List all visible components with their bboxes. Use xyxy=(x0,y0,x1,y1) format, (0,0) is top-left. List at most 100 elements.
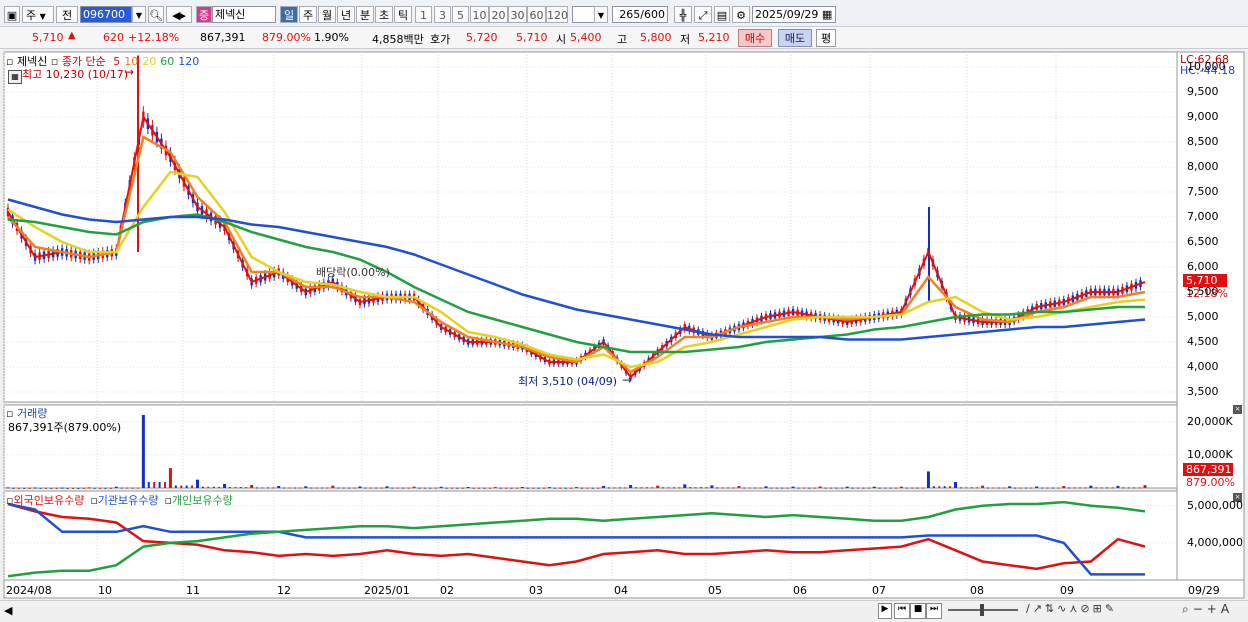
stock-chart[interactable]: →→ xyxy=(0,50,1248,601)
volume-current-tag: 867,391 xyxy=(1183,463,1233,476)
zoom-slider-handle[interactable] xyxy=(980,604,984,616)
date-input[interactable]: 2025/09/29 ▦ xyxy=(752,6,836,23)
volume-bar xyxy=(575,487,578,489)
code-input[interactable]: 096700 xyxy=(80,6,132,23)
interval-tab-30[interactable]: 30 xyxy=(508,6,527,23)
stop-icon[interactable]: ■ xyxy=(910,603,926,619)
volume-bar xyxy=(369,487,372,489)
period-tab-6[interactable]: 틱 xyxy=(394,6,412,23)
tools-icon[interactable]: ⤢ xyxy=(694,6,712,23)
volume-bar xyxy=(66,487,69,489)
volume-bar xyxy=(1079,487,1082,489)
chart-menu-icon[interactable]: ▣ xyxy=(4,6,20,23)
first-icon[interactable]: ⏮ xyxy=(894,603,910,619)
legend-square-icon: ▫ xyxy=(6,55,14,68)
interval-tab-5[interactable]: 5 xyxy=(452,6,469,23)
volume-bar xyxy=(1127,487,1130,489)
candle-type-icon[interactable]: ╬ xyxy=(674,6,692,23)
volume-bar xyxy=(33,487,37,489)
sell-button[interactable]: 매도 xyxy=(778,29,812,47)
volume-bar xyxy=(1095,487,1098,489)
drawing-tools-icon[interactable]: ∕↗⇅∿⋏⊘⊞✎ xyxy=(1026,602,1117,615)
bottom-bar: ◀ ▶ ⏮ ■ ⏭ ∕↗⇅∿⋏⊘⊞✎ ⌕−+A xyxy=(0,600,1248,622)
volume-bar xyxy=(126,487,129,489)
current-price: 5,710 xyxy=(32,31,64,44)
low-price: 5,210 xyxy=(698,31,730,44)
volume-bar xyxy=(466,487,470,489)
interval-tab-10[interactable]: 10 xyxy=(470,6,489,23)
volume-bar xyxy=(353,487,356,489)
period-tab-5[interactable]: 초 xyxy=(375,6,393,23)
volume-bar xyxy=(1035,486,1039,488)
market-select[interactable]: 주 ▼ xyxy=(22,6,54,23)
interval-dropdown-icon[interactable]: ▼ xyxy=(594,6,608,23)
code-dropdown-icon[interactable]: ▼ xyxy=(132,6,146,23)
scroll-right-icon[interactable]: ▶ xyxy=(878,603,892,619)
count-field[interactable]: 265/600 xyxy=(612,6,668,23)
x-tick: 03 xyxy=(529,584,543,597)
bid-label: 호가 xyxy=(430,33,451,46)
last-icon[interactable]: ⏭ xyxy=(926,603,942,619)
volume-bar xyxy=(727,487,730,489)
prev-button[interactable]: 전 xyxy=(56,6,78,23)
open-price: 5,400 xyxy=(570,31,602,44)
volume-bar xyxy=(1084,487,1087,489)
gear-icon[interactable]: ⚙ xyxy=(732,6,750,23)
price-ytick: 9,000 xyxy=(1187,110,1219,123)
interval-tab-1[interactable]: 1 xyxy=(415,6,432,23)
volume-bar xyxy=(829,487,832,489)
volume-bar xyxy=(407,487,410,489)
volume-bar xyxy=(1133,487,1136,489)
interval-tab-60[interactable]: 60 xyxy=(527,6,546,23)
volume-bar xyxy=(672,487,675,489)
volume-bar xyxy=(461,487,464,489)
volume-bar xyxy=(851,487,854,489)
volume-bar xyxy=(1057,487,1060,489)
volume-bar xyxy=(423,487,426,489)
toolbar: ▣ 주 ▼ 전 096700 ▼ 🔍︎ ◀▸ 증 제넥신 일주월년분초틱 135… xyxy=(0,0,1248,27)
calendar-icon[interactable]: ▦ xyxy=(822,8,832,21)
period-tab-2[interactable]: 월 xyxy=(318,6,336,23)
volume-bar xyxy=(624,487,627,489)
volume-bar xyxy=(926,471,930,488)
interval-tab-120[interactable]: 120 xyxy=(546,6,568,23)
volume-bar xyxy=(299,487,302,489)
holding-legend-1: 기관보유수량 xyxy=(97,494,159,507)
volume-close-icon[interactable]: × xyxy=(1233,405,1242,414)
search-icon[interactable]: 🔍︎ xyxy=(148,6,164,23)
volume-bar xyxy=(981,485,985,488)
volume-bar xyxy=(218,486,221,488)
scroll-left-icon[interactable]: ◀ xyxy=(4,604,12,617)
buy-button[interactable]: 매수 xyxy=(738,29,772,47)
calculator-icon[interactable]: ▦ xyxy=(8,70,22,84)
period-tab-4[interactable]: 분 xyxy=(356,6,374,23)
volume-value: 867,391 xyxy=(200,31,246,44)
volume-bar xyxy=(656,485,660,488)
volume-bar xyxy=(797,487,800,489)
price-ytick: 9,500 xyxy=(1187,85,1219,98)
stock-name-field[interactable]: 제넥신 xyxy=(212,6,276,23)
volume-bar xyxy=(683,484,687,488)
period-tab-1[interactable]: 주 xyxy=(299,6,317,23)
period-tab-0[interactable]: 일 xyxy=(280,6,298,23)
volume-bar xyxy=(818,486,822,488)
volume-bar xyxy=(315,487,318,489)
holding-legend-icon-1: ▫ xyxy=(90,494,98,507)
zoom-icons[interactable]: ⌕−+A xyxy=(1182,602,1233,617)
price-ytick: 5,000 xyxy=(1187,310,1219,323)
volume-bar xyxy=(1073,487,1076,489)
period-tab-3[interactable]: 년 xyxy=(337,6,355,23)
save-icon[interactable]: ▤ xyxy=(714,6,730,23)
volume-bar xyxy=(515,487,518,489)
interval-tab-3[interactable]: 3 xyxy=(434,6,451,23)
price-change-pct: +12.18% xyxy=(128,31,180,44)
eval-button[interactable]: 평 xyxy=(816,29,836,47)
volume-bar xyxy=(586,487,589,489)
volume-ytick: 10,000K xyxy=(1187,447,1233,461)
volume-bar xyxy=(483,487,486,489)
sound-icon[interactable]: ◀▸ xyxy=(166,6,192,23)
holding-legend: ▫외국인보유수량 ▫기관보유수량 ▫개인보유수량 xyxy=(6,492,239,508)
volume-bar xyxy=(791,486,795,488)
volume-bar xyxy=(304,486,308,488)
interval-tab-20[interactable]: 20 xyxy=(489,6,508,23)
